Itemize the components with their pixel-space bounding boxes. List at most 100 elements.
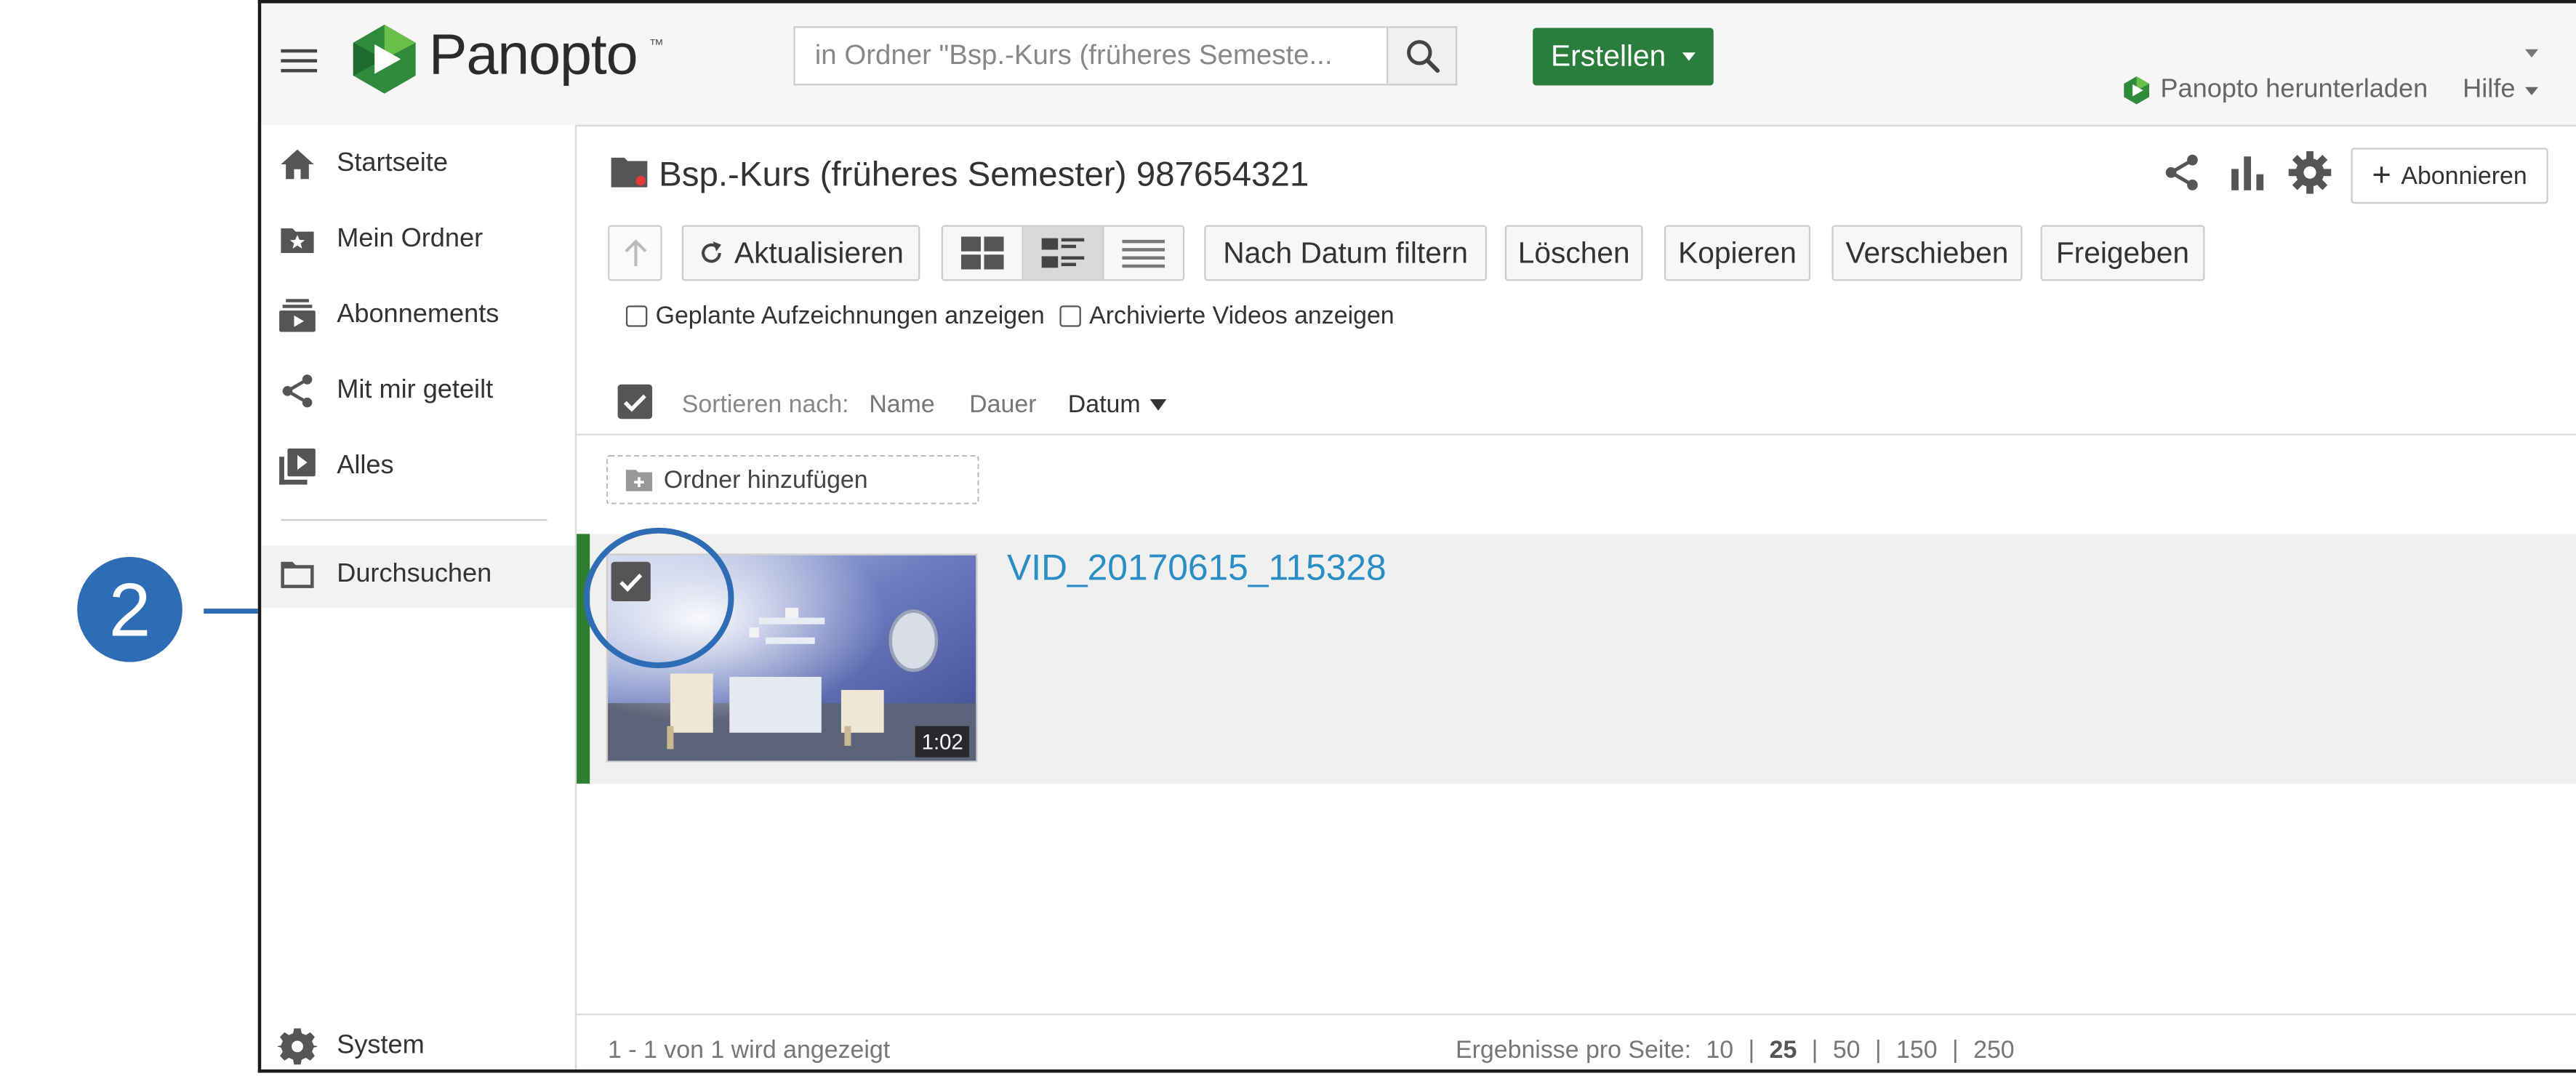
checkmark-icon — [623, 393, 646, 411]
download-label: Panopto herunterladen — [2160, 75, 2428, 104]
sort-by-duration[interactable]: Dauer — [969, 391, 1036, 419]
search-icon — [1405, 40, 1439, 73]
sidebar-item-label: Abonnements — [337, 300, 499, 329]
sort-label: Sortieren nach: — [681, 390, 849, 419]
view-mode-group — [941, 225, 1185, 281]
gear-icon — [277, 1028, 318, 1065]
search-box — [793, 26, 1389, 86]
hamburger-menu-icon[interactable] — [281, 43, 318, 79]
search-button[interactable] — [1388, 26, 1458, 86]
share-folder-icon[interactable] — [2160, 151, 2203, 194]
refresh-label: Aktualisieren — [734, 236, 904, 269]
sidebar-item-label: Startseite — [337, 149, 448, 178]
sidebar: Startseite Mein Ordner Abonnements Mit m… — [261, 124, 577, 1069]
per-page-label: Ergebnisse pro Seite: — [1456, 1036, 1692, 1065]
filter-by-date-button[interactable]: Nach Datum filtern — [1204, 225, 1487, 281]
sidebar-item-system[interactable]: System — [277, 1021, 425, 1069]
download-link[interactable]: Panopto herunterladen — [2122, 76, 2428, 105]
per-page-separator: | — [1748, 1036, 1755, 1065]
sort-by-name[interactable]: Name — [869, 391, 934, 419]
results-count: 1 - 1 von 1 wird angezeigt — [608, 1036, 891, 1065]
sidebar-item-shared-with-me[interactable]: Mit mir geteilt — [278, 366, 493, 416]
sort-date-label: Datum — [1067, 390, 1141, 419]
plus-icon: + — [2372, 157, 2391, 194]
stats-chart-icon[interactable] — [2226, 151, 2269, 194]
settings-gear-icon[interactable] — [2288, 150, 2332, 194]
up-level-button[interactable] — [608, 225, 662, 281]
help-menu[interactable]: Hilfe — [2463, 76, 2539, 105]
footer-divider — [577, 1013, 2576, 1016]
annotation-highlight-circle — [583, 527, 734, 669]
sidebar-item-my-folder[interactable]: Mein Ordner — [278, 215, 483, 265]
per-page-option-50[interactable]: 50 — [1833, 1037, 1861, 1064]
sidebar-divider — [281, 519, 547, 521]
panopto-small-logo-icon — [2124, 76, 2149, 105]
view-list-button[interactable] — [1104, 227, 1182, 279]
show-archived-checkbox[interactable] — [1059, 305, 1081, 327]
show-scheduled-checkbox[interactable] — [625, 305, 648, 327]
subscribe-label: Abonnieren — [2401, 161, 2527, 190]
home-icon — [281, 149, 314, 180]
session-row[interactable]: 1:02 VID_20170615_115328 — [577, 534, 2576, 784]
sort-desc-caret-icon — [1150, 399, 1167, 411]
user-menu-chevron-icon[interactable] — [2525, 49, 2539, 58]
create-label: Erstellen — [1551, 39, 1666, 73]
grid-view-icon — [960, 236, 1004, 270]
add-folder-label: Ordner hinzufügen — [663, 465, 868, 494]
per-page-option-150[interactable]: 150 — [1896, 1037, 1938, 1064]
sidebar-item-label: Mit mir geteilt — [337, 376, 494, 404]
sidebar-item-label: Durchsuchen — [337, 560, 492, 588]
per-page-separator: | — [1951, 1036, 1959, 1065]
per-page-option-250[interactable]: 250 — [1973, 1037, 2015, 1064]
subscribe-button[interactable]: + Abonnieren — [2351, 148, 2548, 204]
show-archived-option[interactable]: Archivierte Videos anzeigen — [1059, 302, 1395, 331]
create-button[interactable]: Erstellen — [1533, 28, 1714, 86]
sort-divider — [577, 433, 2576, 435]
logo-trademark: ™ — [649, 36, 664, 53]
view-grid-button[interactable] — [943, 226, 1024, 280]
folder-title: Bsp.-Kurs (früheres Semester) 987654321 — [659, 156, 1309, 194]
show-scheduled-label: Geplante Aufzeichnungen anzeigen — [655, 302, 1045, 331]
add-folder-button[interactable]: Ordner hinzufügen — [606, 454, 979, 505]
per-page-separator: | — [1874, 1036, 1882, 1065]
detail-view-icon — [1041, 238, 1085, 268]
show-archived-label: Archivierte Videos anzeigen — [1089, 302, 1395, 331]
select-all-checkbox[interactable] — [617, 384, 653, 419]
results-per-page: Ergebnisse pro Seite: 10 | 25 | 50 | 150… — [1456, 1037, 2015, 1064]
share-icon — [282, 374, 313, 408]
list-view-icon — [1122, 239, 1165, 268]
video-duration-badge: 1:02 — [915, 726, 970, 758]
per-page-option-10[interactable]: 10 — [1706, 1037, 1733, 1064]
folder-outline-icon — [281, 561, 314, 588]
refresh-button[interactable]: Aktualisieren — [681, 225, 920, 281]
library-icon — [279, 448, 316, 485]
step-number-badge: 2 — [77, 557, 182, 662]
share-button[interactable]: Freigeben — [2040, 225, 2205, 281]
sort-by-date[interactable]: Datum — [1068, 391, 1167, 419]
sidebar-item-home[interactable]: Startseite — [278, 140, 448, 189]
video-title-link[interactable]: VID_20170615_115328 — [1007, 547, 1387, 590]
per-page-option-25[interactable]: 25 — [1770, 1037, 1797, 1064]
sidebar-item-subscriptions[interactable]: Abonnements — [278, 291, 499, 340]
delete-button[interactable]: Löschen — [1504, 225, 1643, 281]
sidebar-item-label: System — [337, 1032, 425, 1060]
subscriptions-icon — [279, 299, 316, 332]
arrow-up-icon — [624, 239, 646, 267]
chevron-down-icon — [2525, 86, 2539, 95]
app-window: Panopto ™ Erstellen — [257, 0, 2576, 1073]
refresh-icon — [702, 241, 721, 263]
sidebar-item-everything[interactable]: Alles — [278, 442, 394, 491]
folder-icon — [611, 157, 648, 188]
sidebar-item-browse[interactable]: Durchsuchen — [278, 550, 491, 600]
sidebar-item-label: Alles — [337, 451, 394, 480]
logo-text: Panopto — [428, 23, 638, 87]
search-input[interactable] — [795, 28, 1374, 84]
chevron-down-icon — [1682, 52, 1696, 61]
view-detail-button[interactable] — [1023, 226, 1104, 280]
show-scheduled-option[interactable]: Geplante Aufzeichnungen anzeigen — [625, 302, 1045, 331]
panopto-logo-icon — [353, 24, 416, 94]
copy-button[interactable]: Kopieren — [1664, 225, 1811, 281]
per-page-separator: | — [1811, 1036, 1818, 1065]
my-folder-icon — [281, 228, 314, 253]
move-button[interactable]: Verschieben — [1831, 225, 2023, 281]
